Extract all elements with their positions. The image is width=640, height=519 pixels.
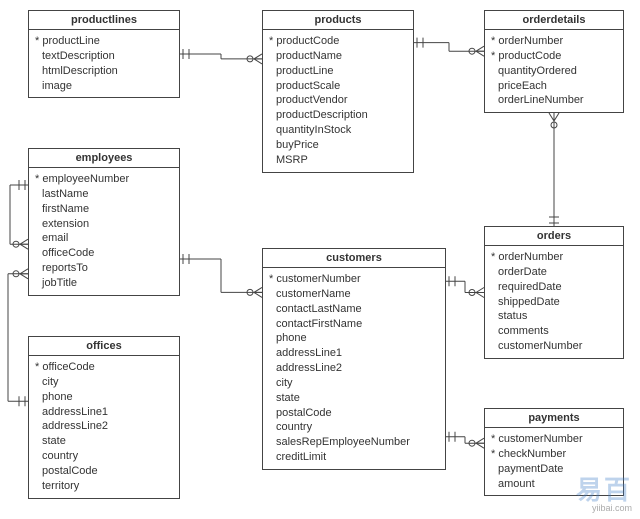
- field: paymentDate: [491, 462, 617, 477]
- field: MSRP: [269, 153, 407, 168]
- field: image: [35, 79, 173, 94]
- entity-body: productLinetextDescriptionhtmlDescriptio…: [29, 30, 179, 97]
- field: addressLine2: [35, 419, 173, 434]
- field: productDescription: [269, 108, 407, 123]
- field: orderDate: [491, 265, 617, 280]
- field: city: [269, 376, 439, 391]
- field: country: [35, 449, 173, 464]
- field: addressLine1: [269, 346, 439, 361]
- field: state: [35, 434, 173, 449]
- field: lastName: [35, 187, 173, 202]
- field: extension: [35, 217, 173, 232]
- field: shippedDate: [491, 295, 617, 310]
- field: amount: [491, 477, 617, 492]
- entity-products: productsproductCodeproductNameproductLin…: [262, 10, 414, 173]
- field: phone: [35, 390, 173, 405]
- field: employeeNumber: [35, 172, 173, 187]
- field: status: [491, 309, 617, 324]
- field: orderLineNumber: [491, 93, 617, 108]
- field: quantityOrdered: [491, 64, 617, 79]
- entity-body: employeeNumberlastNamefirstNameextension…: [29, 168, 179, 295]
- field: postalCode: [35, 464, 173, 479]
- entity-title: payments: [485, 409, 623, 428]
- entity-body: customerNumbercheckNumberpaymentDateamou…: [485, 428, 623, 495]
- field: buyPrice: [269, 138, 407, 153]
- field: contactFirstName: [269, 317, 439, 332]
- entity-body: orderNumberorderDaterequiredDateshippedD…: [485, 246, 623, 358]
- entity-employees: employeesemployeeNumberlastNamefirstName…: [28, 148, 180, 296]
- entity-body: officeCodecityphoneaddressLine1addressLi…: [29, 356, 179, 498]
- field: htmlDescription: [35, 64, 173, 79]
- field: productVendor: [269, 93, 407, 108]
- entity-title: employees: [29, 149, 179, 168]
- field: addressLine1: [35, 405, 173, 420]
- field: orderNumber: [491, 250, 617, 265]
- field: priceEach: [491, 79, 617, 94]
- entity-body: orderNumberproductCodequantityOrderedpri…: [485, 30, 623, 112]
- field: city: [35, 375, 173, 390]
- entity-offices: officesofficeCodecityphoneaddressLine1ad…: [28, 336, 180, 499]
- field: jobTitle: [35, 276, 173, 291]
- entity-title: orders: [485, 227, 623, 246]
- entity-title: offices: [29, 337, 179, 356]
- field: customerNumber: [269, 272, 439, 287]
- field: phone: [269, 331, 439, 346]
- field: creditLimit: [269, 450, 439, 465]
- field: territory: [35, 479, 173, 494]
- field: customerNumber: [491, 339, 617, 354]
- field: productLine: [269, 64, 407, 79]
- entity-orders: ordersorderNumberorderDaterequiredDatesh…: [484, 226, 624, 359]
- watermark-url: yiibai.com: [576, 503, 632, 513]
- field: customerNumber: [491, 432, 617, 447]
- entity-productlines: productlinesproductLinetextDescriptionht…: [28, 10, 180, 98]
- entity-title: orderdetails: [485, 11, 623, 30]
- entity-payments: paymentscustomerNumbercheckNumberpayment…: [484, 408, 624, 496]
- entity-title: productlines: [29, 11, 179, 30]
- field: productCode: [269, 34, 407, 49]
- entity-body: customerNumbercustomerNamecontactLastNam…: [263, 268, 445, 469]
- field: email: [35, 231, 173, 246]
- field: productScale: [269, 79, 407, 94]
- field: officeCode: [35, 246, 173, 261]
- field: productCode: [491, 49, 617, 64]
- entity-body: productCodeproductNameproductLineproduct…: [263, 30, 413, 172]
- field: salesRepEmployeeNumber: [269, 435, 439, 450]
- field: checkNumber: [491, 447, 617, 462]
- field: requiredDate: [491, 280, 617, 295]
- field: textDescription: [35, 49, 173, 64]
- entity-title: products: [263, 11, 413, 30]
- field: productName: [269, 49, 407, 64]
- field: state: [269, 391, 439, 406]
- field: country: [269, 420, 439, 435]
- field: quantityInStock: [269, 123, 407, 138]
- field: officeCode: [35, 360, 173, 375]
- field: postalCode: [269, 406, 439, 421]
- field: firstName: [35, 202, 173, 217]
- field: addressLine2: [269, 361, 439, 376]
- field: customerName: [269, 287, 439, 302]
- entity-customers: customerscustomerNumbercustomerNameconta…: [262, 248, 446, 470]
- field: comments: [491, 324, 617, 339]
- field: productLine: [35, 34, 173, 49]
- field: contactLastName: [269, 302, 439, 317]
- field: reportsTo: [35, 261, 173, 276]
- entity-orderdetails: orderdetailsorderNumberproductCodequanti…: [484, 10, 624, 113]
- field: orderNumber: [491, 34, 617, 49]
- entity-title: customers: [263, 249, 445, 268]
